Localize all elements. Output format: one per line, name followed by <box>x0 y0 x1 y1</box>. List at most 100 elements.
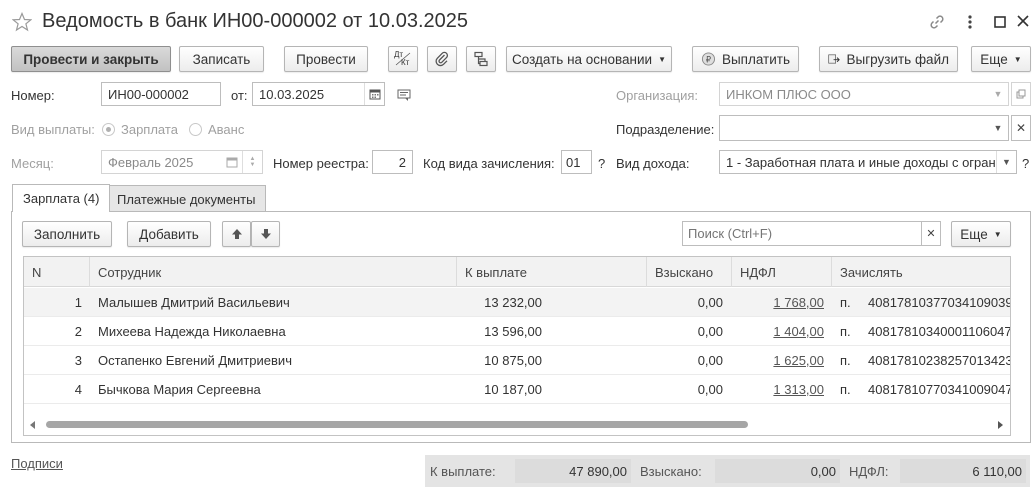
close-icon[interactable] <box>1016 14 1030 28</box>
column-header-collected[interactable]: Взыскано <box>647 257 732 287</box>
scroll-right-icon[interactable] <box>998 421 1003 429</box>
accrual-code-help-icon[interactable]: ? <box>598 156 605 171</box>
month-stepper[interactable]: ▲ ▼ <box>242 151 262 173</box>
table-row[interactable]: 4 Бычкова Мария Сергеевна 10 187,00 0,00… <box>24 375 1010 404</box>
date-field[interactable]: 10.03.2025 <box>252 82 385 106</box>
chevron-down-icon: ▼ <box>993 229 1002 239</box>
save-button[interactable]: Записать <box>179 46 264 72</box>
table-header: N Сотрудник К выплате Взыскано НДФЛ Зачи… <box>24 257 1010 287</box>
ndfl-link[interactable]: 1 404,00 <box>732 317 824 346</box>
comment-icon[interactable] <box>396 87 412 103</box>
search-input[interactable] <box>682 221 922 246</box>
total-collected-value: 0,00 <box>715 459 840 483</box>
move-up-button[interactable] <box>222 221 251 247</box>
more-button[interactable]: Еще ▼ <box>971 46 1031 72</box>
chevron-down-icon[interactable]: ▼ <box>988 83 1008 105</box>
svg-text:₽: ₽ <box>706 54 712 64</box>
move-down-button[interactable] <box>251 221 280 247</box>
table-row[interactable]: 3 Остапенко Евгений Дмитриевич 10 875,00… <box>24 346 1010 375</box>
scroll-left-icon[interactable] <box>30 421 35 429</box>
link-icon[interactable] <box>928 13 946 31</box>
dt-kt-button[interactable]: Дт Кт <box>388 46 418 72</box>
income-type-field[interactable]: 1 - Заработная плата и иные доходы с огр… <box>719 150 1017 174</box>
registry-number-field[interactable]: 2 <box>372 150 413 174</box>
pay-amount: 13 596,00 <box>484 324 542 339</box>
calendar-icon[interactable] <box>364 83 384 105</box>
column-header-employee[interactable]: Сотрудник <box>90 257 457 287</box>
total-pay-value: 47 890,00 <box>515 459 631 483</box>
employees-table: N Сотрудник К выплате Взыскано НДФЛ Зачи… <box>23 256 1011 436</box>
number-label: Номер: <box>11 88 55 103</box>
accrual-code-field[interactable]: 01 <box>561 150 592 174</box>
column-header-n[interactable]: N <box>24 257 90 287</box>
pay-amount: 10 187,00 <box>484 382 542 397</box>
chevron-down-icon[interactable]: ▼ <box>996 151 1016 173</box>
table-more-button[interactable]: Еще ▼ <box>951 221 1011 247</box>
department-field[interactable]: ▼ <box>719 115 1009 141</box>
calendar-icon[interactable] <box>222 151 242 173</box>
column-header-pay[interactable]: К выплате <box>457 257 647 287</box>
payment-salary-label: Зарплата <box>121 122 178 137</box>
payment-salary-radio[interactable] <box>102 123 115 136</box>
registry-number-label: Номер реестра: <box>273 156 369 171</box>
total-pay-label: К выплате: <box>430 463 496 479</box>
organization-field[interactable]: ИНКОМ ПЛЮС ООО ▼ <box>719 82 1009 106</box>
pay-amount: 10 875,00 <box>484 353 542 368</box>
ndfl-link[interactable]: 1 768,00 <box>732 288 824 317</box>
month-label: Месяц: <box>11 156 54 171</box>
total-collected-label: Взыскано: <box>640 463 702 479</box>
totals-panel: К выплате: 47 890,00 Взыскано: 0,00 НДФЛ… <box>425 455 1030 487</box>
table-row[interactable]: 1 Малышев Дмитрий Васильевич 13 232,00 0… <box>24 288 1010 317</box>
employee-name: Михеева Надежда Николаевна <box>98 324 286 339</box>
employee-name: Остапенко Евгений Дмитриевич <box>98 353 292 368</box>
tab-payment-documents[interactable]: Платежные документы <box>106 185 267 212</box>
post-button[interactable]: Провести <box>284 46 368 72</box>
horizontal-scrollbar[interactable] <box>24 415 1010 435</box>
column-header-credit-to[interactable]: Зачислять <box>832 257 1010 287</box>
favorite-star-icon[interactable] <box>11 11 33 32</box>
date-label: от: <box>231 88 248 103</box>
maximize-icon[interactable] <box>993 15 1007 29</box>
table-row[interactable]: 2 Михеева Надежда Николаевна 13 596,00 0… <box>24 317 1010 346</box>
signatures-link[interactable]: Подписи <box>11 456 63 471</box>
create-based-on-button[interactable]: Создать на основании ▼ <box>506 46 672 72</box>
income-type-label: Вид дохода: <box>616 156 690 171</box>
number-field[interactable]: ИН00-000002 <box>101 82 221 106</box>
export-file-icon <box>828 54 840 64</box>
payment-type-label: Вид выплаты: <box>11 122 95 137</box>
month-field[interactable]: Февраль 2025 ▲ ▼ <box>101 150 263 174</box>
column-header-ndfl[interactable]: НДФЛ <box>732 257 832 287</box>
clear-search-icon[interactable]: ✕ <box>921 221 941 246</box>
more-vertical-icon[interactable] <box>962 13 978 31</box>
ndfl-link[interactable]: 1 625,00 <box>732 346 824 375</box>
ndfl-link[interactable]: 1 313,00 <box>732 375 824 404</box>
chevron-down-icon: ▼ <box>249 162 256 168</box>
credit-prefix: п. <box>840 382 851 397</box>
open-icon[interactable] <box>1011 82 1031 106</box>
chevron-down-icon: ▼ <box>658 54 666 64</box>
credit-prefix: п. <box>840 324 851 339</box>
add-button[interactable]: Добавить <box>127 221 211 247</box>
row-number: 3 <box>74 353 82 368</box>
fill-button[interactable]: Заполнить <box>22 221 112 247</box>
export-file-button[interactable]: Выгрузить файл <box>819 46 958 72</box>
employee-name: Малышев Дмитрий Васильевич <box>98 295 290 310</box>
income-type-help-icon[interactable]: ? <box>1022 156 1029 171</box>
row-number: 1 <box>74 295 82 310</box>
payment-advance-radio[interactable] <box>189 123 202 136</box>
total-ndfl-value: 6 110,00 <box>900 459 1026 483</box>
clear-icon[interactable]: ✕ <box>1011 115 1031 141</box>
total-ndfl-label: НДФЛ: <box>849 463 889 479</box>
arrow-up-icon <box>231 229 242 239</box>
chevron-down-icon[interactable]: ▼ <box>988 116 1008 140</box>
pay-button[interactable]: ₽ Выплатить <box>692 46 799 72</box>
employee-name: Бычкова Мария Сергеевна <box>98 382 261 397</box>
post-and-close-button[interactable]: Провести и закрыть <box>11 46 171 72</box>
attach-button[interactable] <box>427 46 457 72</box>
row-number: 4 <box>74 382 82 397</box>
dt-kt-icon: Дт Кт <box>394 50 411 67</box>
scrollbar-thumb[interactable] <box>46 421 748 428</box>
structure-button[interactable] <box>466 46 496 72</box>
credit-prefix: п. <box>840 353 851 368</box>
tab-salary[interactable]: Зарплата (4) <box>12 184 111 212</box>
